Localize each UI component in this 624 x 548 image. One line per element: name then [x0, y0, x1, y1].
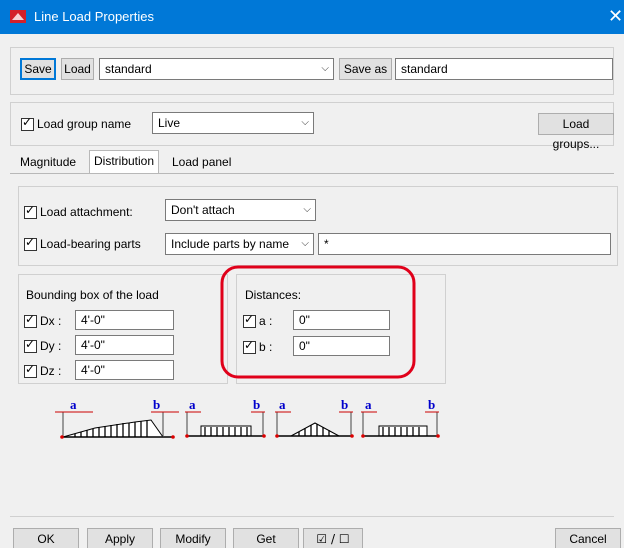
- load-button[interactable]: Load: [61, 58, 94, 80]
- diagram-trapezoid-left: a b: [55, 397, 179, 439]
- checkmark-icon: ✓: [25, 312, 36, 326]
- tab-distribution[interactable]: Distribution: [89, 150, 160, 174]
- dx-input[interactable]: 4'-0": [75, 310, 174, 330]
- dy-checkbox[interactable]: ✓: [24, 337, 37, 353]
- dy-label: Dy :: [40, 339, 62, 353]
- chevron-down-icon: ⌵: [301, 117, 309, 128]
- app-icon: [10, 10, 26, 23]
- tab-magnitude[interactable]: Magnitude: [16, 152, 80, 172]
- dx-checkbox[interactable]: ✓: [24, 312, 37, 328]
- load-attachment-select[interactable]: Don't attach ⌵: [165, 199, 316, 221]
- dim-label-a: a: [279, 397, 286, 412]
- get-button[interactable]: Get: [233, 528, 299, 548]
- load-preset-value: standard: [105, 62, 152, 76]
- dim-label-a: a: [189, 397, 196, 412]
- distribution-diagrams: a b a b a b a b: [55, 397, 440, 439]
- dim-label-b: b: [153, 397, 160, 412]
- highlight-annotation: [220, 265, 416, 379]
- checkmark-icon: ✓: [22, 115, 33, 129]
- dz-label: Dz :: [40, 364, 62, 378]
- load-attachment-checkbox[interactable]: ✓: [24, 203, 37, 219]
- modify-button[interactable]: Modify: [160, 528, 226, 548]
- dx-label: Dx :: [40, 314, 62, 328]
- diagram-uniform: a b: [185, 397, 266, 438]
- chevron-down-icon: ⌵: [301, 238, 309, 249]
- checkmark-icon: ✓: [25, 235, 36, 249]
- diagram-partial-uniform: a b: [361, 397, 440, 438]
- save-as-input[interactable]: standard: [395, 58, 613, 80]
- checkmark-icon: ✓: [25, 203, 36, 217]
- diagram-triangular: a b: [275, 397, 354, 438]
- load-group-checkbox[interactable]: ✓: [21, 115, 34, 131]
- dz-checkbox[interactable]: ✓: [24, 362, 37, 378]
- tab-divider: [10, 173, 614, 174]
- load-bearing-select[interactable]: Include parts by name ⌵: [165, 233, 314, 255]
- load-group-value: Live: [158, 116, 181, 130]
- load-group-label: Load group name: [37, 117, 132, 131]
- dim-label-b: b: [428, 397, 435, 412]
- chevron-down-icon: ⌵: [321, 63, 329, 74]
- cancel-button[interactable]: Cancel: [555, 528, 621, 548]
- dim-label-a: a: [70, 397, 77, 412]
- dim-label-a: a: [365, 397, 372, 412]
- dim-label-b: b: [253, 397, 260, 412]
- bounding-box-title: Bounding box of the load: [26, 288, 159, 302]
- load-bearing-label: Load-bearing parts: [40, 237, 141, 251]
- load-group-select[interactable]: Live ⌵: [152, 112, 314, 134]
- load-bearing-value: Include parts by name: [171, 237, 290, 251]
- load-bearing-checkbox[interactable]: ✓: [24, 235, 37, 251]
- load-groups-button[interactable]: Load groups...: [538, 113, 614, 151]
- window-title: Line Load Properties: [34, 9, 154, 24]
- bottom-divider: [10, 516, 614, 517]
- close-icon[interactable]: ✕: [608, 6, 623, 27]
- apply-button[interactable]: Apply: [87, 528, 153, 548]
- toggle-all-button[interactable]: ☑ / ☐: [303, 528, 363, 548]
- checkmark-icon: ✓: [25, 362, 36, 376]
- part-name-filter-input[interactable]: *: [318, 233, 611, 255]
- save-button[interactable]: Save: [20, 58, 56, 80]
- dim-label-b: b: [341, 397, 348, 412]
- dz-input[interactable]: 4'-0": [75, 360, 174, 380]
- save-as-button[interactable]: Save as: [339, 58, 392, 80]
- load-preset-select[interactable]: standard ⌵: [99, 58, 334, 80]
- chevron-down-icon: ⌵: [303, 204, 311, 215]
- ok-button[interactable]: OK: [13, 528, 79, 548]
- title-bar: Line Load Properties ✕: [0, 0, 624, 34]
- checkmark-icon: ✓: [25, 337, 36, 351]
- load-attachment-label: Load attachment:: [40, 205, 133, 219]
- load-attachment-value: Don't attach: [171, 203, 235, 217]
- tab-load-panel[interactable]: Load panel: [168, 152, 235, 172]
- dy-input[interactable]: 4'-0": [75, 335, 174, 355]
